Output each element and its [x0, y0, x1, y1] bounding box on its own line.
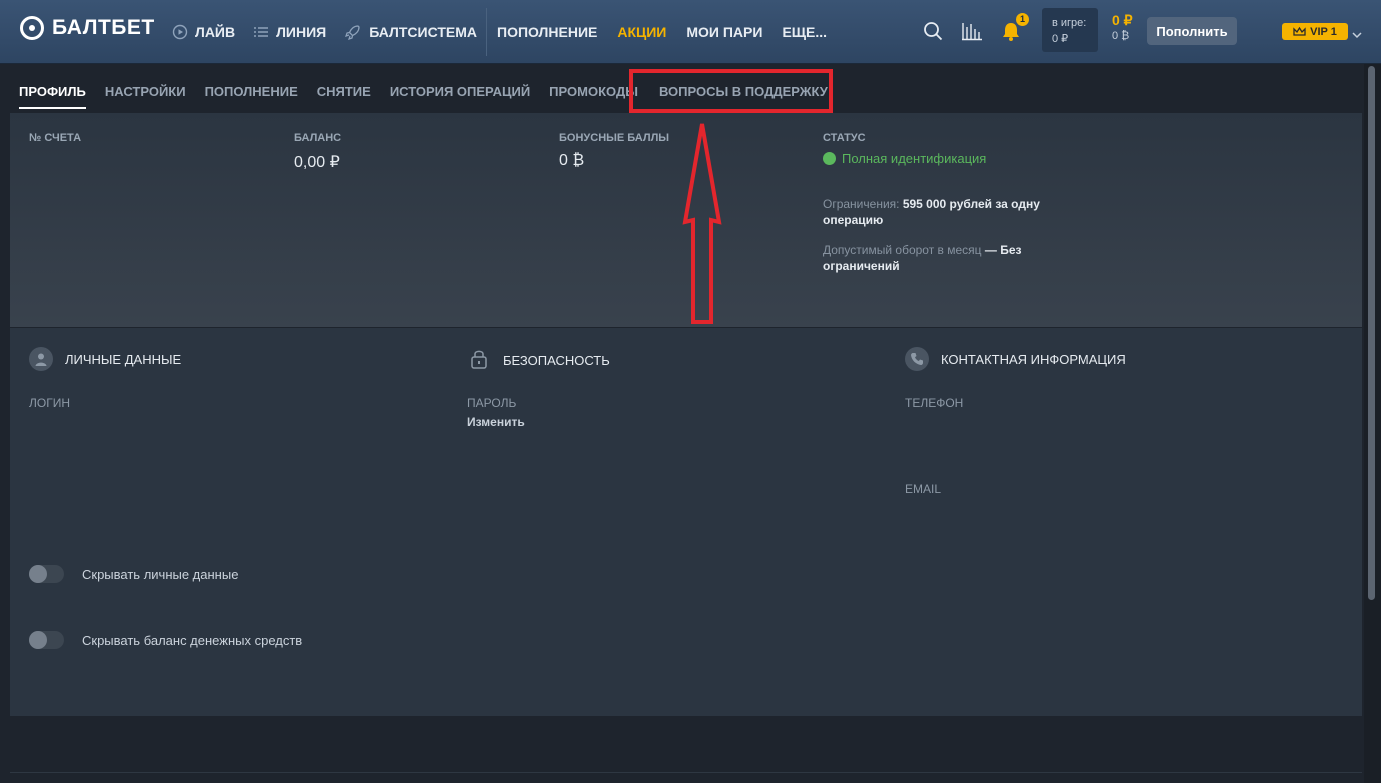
annotation-highlight-box	[629, 69, 833, 113]
smile-icon	[823, 152, 836, 165]
bonus-label: БОНУСНЫЕ БАЛЛЫ	[559, 132, 670, 144]
tab-promocodes[interactable]: ПРОМОКОДЫ	[549, 84, 638, 109]
nav-item-my-bets[interactable]: МОИ ПАРИ	[686, 24, 762, 40]
logo-icon	[20, 16, 44, 40]
turnover-info: Допустимый оборот в месяц — Без ограниче…	[823, 242, 1063, 274]
nav-item-live[interactable]: ЛАЙВ	[172, 24, 235, 40]
annotation-arrow-icon	[682, 123, 722, 324]
hide-balance-row: Скрывать баланс денежных средств	[29, 631, 302, 649]
tab-withdrawal[interactable]: СНЯТИЕ	[317, 84, 371, 109]
toggle-knob	[29, 631, 47, 649]
tab-profile[interactable]: ПРОФИЛЬ	[19, 84, 86, 109]
in-game-value: 0 ₽	[1052, 33, 1069, 45]
personal-data-title: ЛИЧНЫЕ ДАННЫЕ	[65, 351, 182, 367]
contact-info-title: КОНТАКТНАЯ ИНФОРМАЦИЯ	[941, 351, 1126, 367]
nav-item-label: ЛИНИЯ	[276, 24, 327, 40]
tab-history[interactable]: ИСТОРИЯ ОПЕРАЦИЙ	[390, 84, 530, 109]
hide-balance-label: Скрывать баланс денежных средств	[82, 632, 303, 648]
lock-icon	[467, 347, 491, 374]
toggle-knob	[29, 565, 47, 583]
limit-info: Ограничения: 595 000 рублей за одну опер…	[823, 196, 1063, 228]
status-verified: Полная идентификация	[823, 151, 986, 166]
notification-badge: 1	[1016, 13, 1029, 26]
nav-item-label: БАЛТСИСТЕМА	[369, 24, 478, 40]
phone-label: ТЕЛЕФОН	[905, 396, 964, 410]
security-title: БЕЗОПАСНОСТЬ	[503, 353, 610, 368]
login-label: ЛОГИН	[29, 396, 70, 410]
account-number-label: № СЧЕТА	[29, 132, 82, 144]
list-icon	[254, 27, 269, 37]
personal-data-heading: ЛИЧНЫЕ ДАННЫЕ	[29, 347, 181, 371]
vip-badge[interactable]: VIP 1	[1282, 23, 1348, 40]
balance-bonus: 0 ₿	[1112, 30, 1130, 42]
hide-personal-data-label: Скрывать личные данные	[82, 566, 239, 582]
turnover-label: Допустимый оборот в месяц	[823, 243, 982, 257]
top-header: БАЛТБЕТ ЛАЙВ ЛИНИЯ БАЛТСИСТЕМА ПОПОЛНЕНИ…	[0, 0, 1381, 64]
user-icon	[29, 347, 53, 371]
logo-text: БАЛТБЕТ	[52, 16, 155, 39]
secondary-nav: ПОПОЛНЕНИЕ АКЦИИ МОИ ПАРИ ЕЩЕ...	[497, 0, 827, 64]
nav-divider	[486, 8, 487, 56]
topup-button[interactable]: Пополнить	[1147, 17, 1237, 45]
change-password-link[interactable]: Изменить	[467, 415, 525, 429]
balance-label: БАЛАНС	[294, 132, 342, 144]
password-label: ПАРОЛЬ	[467, 396, 517, 410]
nav-item-baltsystem[interactable]: БАЛТСИСТЕМА	[344, 23, 477, 41]
play-circle-icon	[172, 24, 188, 40]
vip-label: VIP 1	[1310, 25, 1337, 38]
phone-icon	[905, 347, 929, 371]
stats-icon[interactable]	[960, 20, 984, 42]
security-heading: БЕЗОПАСНОСТЬ	[467, 347, 610, 374]
crown-icon	[1293, 26, 1306, 36]
footer-divider	[10, 772, 1362, 773]
nav-item-promotions[interactable]: АКЦИИ	[617, 24, 666, 40]
contact-info-heading: КОНТАКТНАЯ ИНФОРМАЦИЯ	[905, 347, 1126, 371]
logo[interactable]: БАЛТБЕТ	[20, 16, 155, 40]
tab-deposit[interactable]: ПОПОЛНЕНИЕ	[205, 84, 298, 109]
balance-value: 0,00 ₽	[294, 154, 340, 171]
status-label: СТАТУС	[823, 132, 866, 144]
nav-item-topup[interactable]: ПОПОЛНЕНИЕ	[497, 24, 597, 40]
chevron-down-icon[interactable]	[1352, 26, 1362, 44]
in-game-box: в игре: 0 ₽	[1042, 8, 1098, 52]
scrollbar-thumb[interactable]	[1368, 66, 1375, 600]
hide-personal-data-row: Скрывать личные данные	[29, 565, 238, 583]
primary-nav: ЛАЙВ ЛИНИЯ БАЛТСИСТЕМА	[172, 0, 477, 64]
balance-main: 0 ₽	[1112, 12, 1133, 28]
nav-item-more[interactable]: ЕЩЕ...	[782, 24, 827, 40]
rocket-icon	[345, 25, 360, 40]
hide-balance-toggle[interactable]	[29, 631, 64, 649]
tab-settings[interactable]: НАСТРОЙКИ	[105, 84, 186, 109]
balance-box[interactable]: 0 ₽ 0 ₿	[1112, 12, 1133, 44]
hide-personal-data-toggle[interactable]	[29, 565, 64, 583]
status-value: Полная идентификация	[842, 151, 987, 166]
in-game-label: в игре:	[1052, 17, 1087, 29]
profile-panel	[10, 328, 1362, 716]
email-label: EMAIL	[905, 482, 942, 496]
nav-item-label: ЛАЙВ	[195, 24, 236, 40]
bonus-value: 0 ₿	[559, 152, 585, 169]
search-icon[interactable]	[922, 20, 944, 42]
limit-label: Ограничения:	[823, 197, 900, 211]
nav-item-line[interactable]: ЛИНИЯ	[253, 24, 326, 40]
